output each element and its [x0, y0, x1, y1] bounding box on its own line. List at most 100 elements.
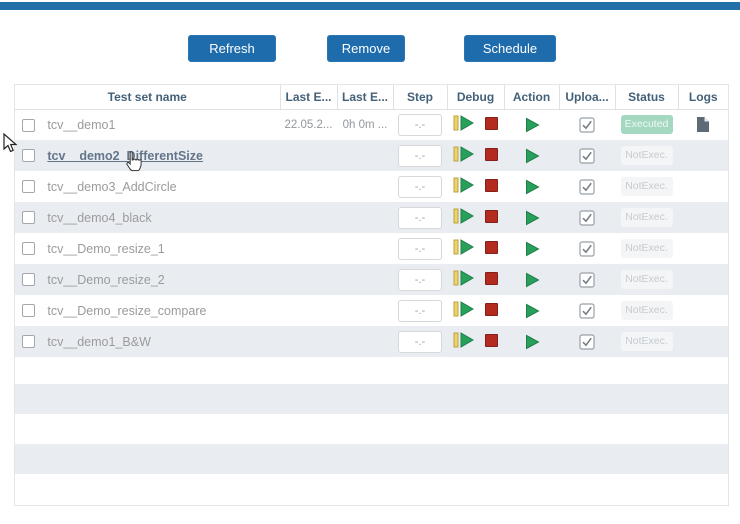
debug-stop-icon[interactable]: [485, 303, 498, 316]
debug-stop-icon[interactable]: [485, 272, 498, 285]
row-select-checkbox[interactable]: [22, 149, 35, 162]
status-badge: NotExec.: [621, 301, 673, 320]
app-window: Refresh Remove Schedule Test set name La…: [0, 0, 740, 524]
status-badge: NotExec.: [621, 208, 673, 227]
test-set-name-link[interactable]: tcv__Demo_resize_2: [47, 273, 164, 287]
row-select-checkbox[interactable]: [22, 273, 35, 286]
table-header-row: Test set name Last E... Last E... Step D…: [15, 85, 728, 109]
row-select-checkbox[interactable]: [22, 180, 35, 193]
last-exec-date: [280, 264, 337, 295]
table-row[interactable]: tcv__Demo_resize_2: [15, 264, 728, 295]
empty-row: [15, 384, 728, 414]
refresh-button[interactable]: Refresh: [188, 35, 276, 62]
remove-button[interactable]: Remove: [327, 35, 405, 62]
upload-checkbox[interactable]: [579, 303, 595, 319]
step-input[interactable]: [398, 145, 442, 167]
column-header-action: Action: [504, 85, 559, 109]
test-set-name-link[interactable]: tcv__demo1_B&W: [47, 335, 151, 349]
run-play-icon[interactable]: [524, 303, 540, 319]
last-exec-duration: [337, 202, 393, 233]
step-input[interactable]: [398, 269, 442, 291]
empty-row: [15, 444, 728, 474]
debug-stop-icon[interactable]: [485, 117, 498, 130]
last-exec-duration: [337, 171, 393, 202]
debug-step-play-icon[interactable]: [453, 239, 474, 255]
row-select-checkbox[interactable]: [22, 242, 35, 255]
last-exec-date: [280, 326, 337, 357]
row-select-checkbox[interactable]: [22, 335, 35, 348]
debug-stop-icon[interactable]: [485, 148, 498, 161]
upload-checkbox[interactable]: [579, 117, 595, 133]
debug-step-play-icon[interactable]: [453, 115, 474, 131]
column-header-logs: Logs: [678, 85, 728, 109]
debug-step-play-icon[interactable]: [453, 146, 474, 162]
last-exec-date: 22.05.2...: [280, 109, 337, 140]
upload-checkbox[interactable]: [579, 334, 595, 350]
test-set-name-link[interactable]: tcv__demo1: [47, 118, 115, 132]
row-select-checkbox[interactable]: [22, 119, 35, 132]
test-set-name-link[interactable]: tcv__demo3_AddCircle: [47, 180, 176, 194]
run-play-icon[interactable]: [524, 179, 540, 195]
log-file-icon[interactable]: [696, 116, 710, 133]
upload-checkbox[interactable]: [579, 148, 595, 164]
table-row[interactable]: tcv__demo1_B&W: [15, 326, 728, 357]
last-exec-duration: [337, 264, 393, 295]
debug-step-play-icon[interactable]: [453, 177, 474, 193]
run-play-icon[interactable]: [524, 241, 540, 257]
debug-stop-icon[interactable]: [485, 241, 498, 254]
last-exec-date: [280, 233, 337, 264]
test-set-name-link[interactable]: tcv__Demo_resize_1: [47, 242, 164, 256]
run-play-icon[interactable]: [524, 210, 540, 226]
debug-stop-icon[interactable]: [485, 179, 498, 192]
step-input[interactable]: [398, 300, 442, 322]
status-badge: NotExec.: [621, 239, 673, 258]
step-input[interactable]: [398, 207, 442, 229]
column-header-status: Status: [615, 85, 678, 109]
last-exec-duration: [337, 326, 393, 357]
step-input[interactable]: [398, 176, 442, 198]
run-play-icon[interactable]: [524, 148, 540, 164]
table-row[interactable]: tcv__demo2_DifferentSize: [15, 140, 728, 171]
step-input[interactable]: [398, 331, 442, 353]
step-input[interactable]: [398, 114, 442, 136]
row-select-checkbox[interactable]: [22, 211, 35, 224]
test-set-name-link[interactable]: tcv__Demo_resize_compare: [47, 304, 206, 318]
status-badge: NotExec.: [621, 177, 673, 196]
last-exec-date: [280, 171, 337, 202]
schedule-button[interactable]: Schedule: [464, 35, 556, 62]
debug-step-play-icon[interactable]: [453, 332, 474, 348]
debug-step-play-icon[interactable]: [453, 270, 474, 286]
upload-checkbox[interactable]: [579, 210, 595, 226]
top-accent-bar: [0, 2, 740, 10]
debug-step-play-icon[interactable]: [453, 301, 474, 317]
empty-row: [15, 474, 728, 505]
table-row[interactable]: tcv__demo1 22.05.2... 0h 0m ...: [15, 109, 728, 140]
table-row[interactable]: tcv__demo4_black: [15, 202, 728, 233]
last-exec-duration: 0h 0m ...: [337, 109, 393, 140]
column-header-debug: Debug: [447, 85, 504, 109]
last-exec-date: [280, 202, 337, 233]
status-badge: Executed: [621, 115, 673, 134]
debug-step-play-icon[interactable]: [453, 208, 474, 224]
run-play-icon[interactable]: [524, 334, 540, 350]
test-set-table: Test set name Last E... Last E... Step D…: [14, 84, 729, 506]
run-play-icon[interactable]: [524, 117, 540, 133]
last-exec-date: [280, 140, 337, 171]
table-row[interactable]: tcv__Demo_resize_1: [15, 233, 728, 264]
test-set-name-link[interactable]: tcv__demo4_black: [47, 211, 151, 225]
table-row[interactable]: tcv__demo3_AddCircle: [15, 171, 728, 202]
run-play-icon[interactable]: [524, 272, 540, 288]
upload-checkbox[interactable]: [579, 272, 595, 288]
upload-checkbox[interactable]: [579, 241, 595, 257]
debug-stop-icon[interactable]: [485, 334, 498, 347]
row-select-checkbox[interactable]: [22, 304, 35, 317]
debug-stop-icon[interactable]: [485, 210, 498, 223]
column-header-upload: Uploa...: [559, 85, 615, 109]
step-input[interactable]: [398, 238, 442, 260]
test-set-name-link[interactable]: tcv__demo2_DifferentSize: [47, 149, 203, 163]
table-row[interactable]: tcv__Demo_resize_compare: [15, 295, 728, 326]
test-table-body: tcv__demo1 22.05.2... 0h 0m ...: [15, 109, 728, 505]
column-header-step: Step: [393, 85, 447, 109]
upload-checkbox[interactable]: [579, 179, 595, 195]
last-exec-duration: [337, 295, 393, 326]
